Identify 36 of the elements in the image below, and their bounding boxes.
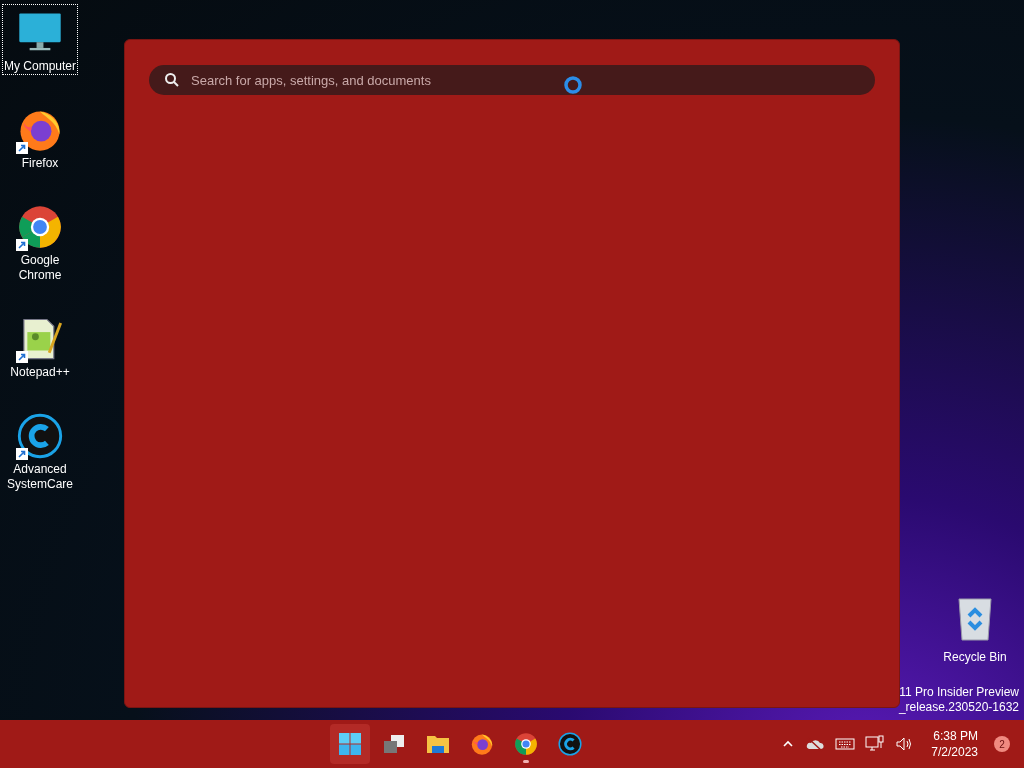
task-view-icon [381,732,406,756]
icon-label: Firefox [20,156,60,171]
desktop-icon[interactable]: Notepad++ [2,310,78,381]
chrome-icon [513,732,538,756]
shortcut-arrow-icon [16,448,28,460]
recycle-bin-icon [955,596,995,642]
shortcut-arrow-icon [16,142,28,154]
search-field[interactable]: Search for apps, settings, and documents [149,65,875,95]
time-text: 6:38 PM [933,728,978,744]
icon-label: Notepad++ [9,365,71,380]
icon-label: Recycle Bin [943,649,1007,666]
icon-label: Advanced SystemCare [6,462,74,492]
clock[interactable]: 6:38 PM 7/2/2023 [931,728,978,760]
desktop-icon[interactable]: My Computer [2,4,78,75]
speaker-icon[interactable] [895,736,914,752]
taskbar-button[interactable] [329,724,370,764]
watermark-text: 11 Pro Insider Preview [899,685,1019,700]
desktop-icon[interactable]: Firefox [2,101,78,172]
windows-logo-icon [337,732,362,756]
shortcut-arrow-icon [16,239,28,251]
icon-label: Google Chrome [17,253,63,283]
loading-spinner-icon [563,75,583,95]
chrome-icon [17,204,63,250]
keyboard-icon[interactable] [835,737,856,751]
date-text: 7/2/2023 [931,744,978,760]
network-icon[interactable] [865,735,886,753]
desktop-icon[interactable]: Advanced SystemCare [2,407,78,493]
firefox-icon [469,732,494,756]
shortcut-arrow-icon [16,351,28,363]
notification-badge[interactable]: 2 [994,736,1010,752]
c-logo-icon [17,413,63,459]
c-logo-icon [557,732,582,756]
icon-label: My Computer [3,59,77,74]
search-icon [164,72,180,88]
watermark-text: _release.230520-1632 [898,700,1019,715]
desktop-icon[interactable]: Google Chrome [2,198,78,284]
